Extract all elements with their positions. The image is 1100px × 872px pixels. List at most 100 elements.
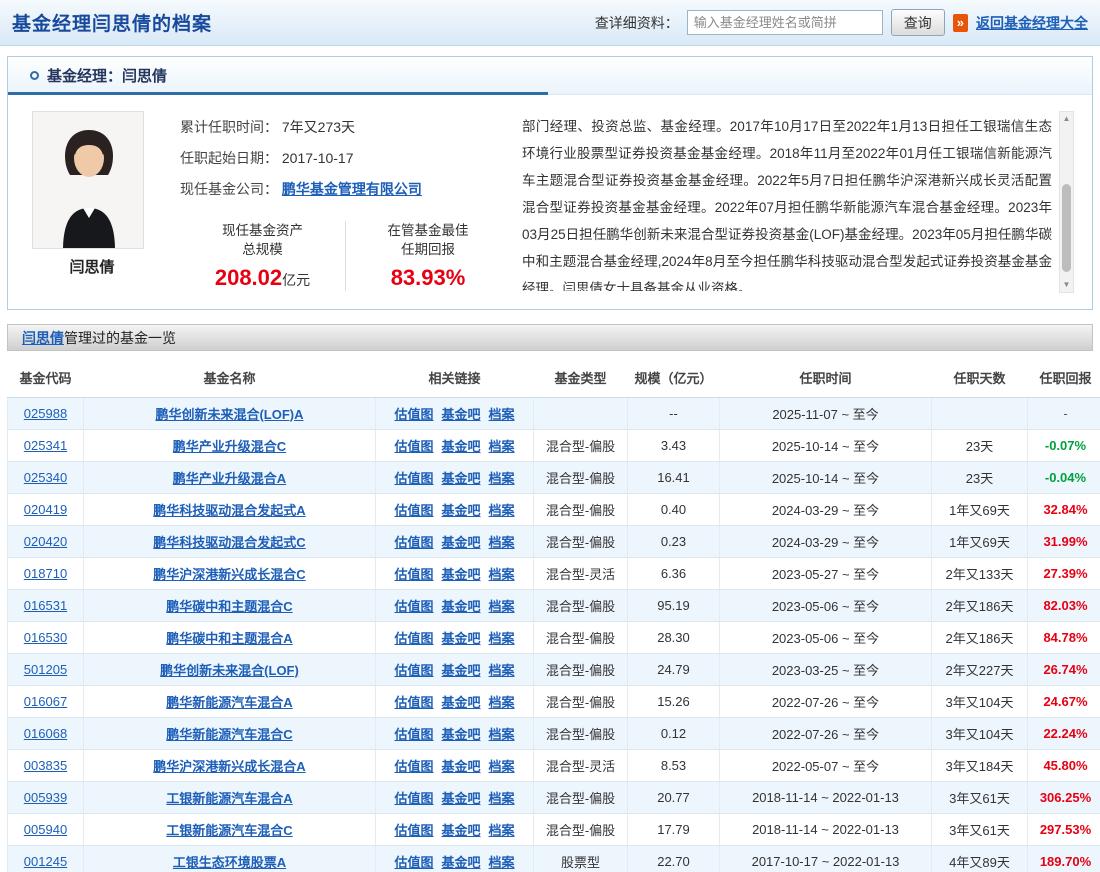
valuation-chart-link[interactable]: 估值图 [394, 407, 433, 422]
valuation-chart-link[interactable]: 估值图 [394, 823, 433, 838]
search-button[interactable]: 查询 [891, 9, 945, 36]
fund-archive-link[interactable]: 档案 [489, 471, 515, 486]
tenure-period-cell: 2023-05-27 ~ 至今 [720, 557, 932, 589]
fund-code-link[interactable]: 020420 [24, 534, 67, 549]
tenure-return-value: 45.80% [1043, 758, 1087, 773]
fund-code-link[interactable]: 025341 [24, 438, 67, 453]
scroll-up-icon[interactable]: ▲ [1060, 112, 1073, 126]
fund-archive-link[interactable]: 档案 [489, 855, 515, 870]
fund-code-link[interactable]: 501205 [24, 662, 67, 677]
info-row-tenure: 累计任职时间： 7年又273天 [180, 117, 512, 137]
manager-photo [32, 111, 144, 249]
fund-bar-link[interactable]: 基金吧 [441, 695, 480, 710]
fund-code-cell: 020419 [8, 493, 84, 525]
fund-bar-link[interactable]: 基金吧 [441, 471, 480, 486]
fund-bar-link[interactable]: 基金吧 [441, 791, 480, 806]
fund-name-link[interactable]: 鹏华产业升级混合A [173, 471, 286, 486]
fund-name-link[interactable]: 鹏华沪深港新兴成长混合C [153, 567, 305, 582]
fund-name-link[interactable]: 鹏华碳中和主题混合C [166, 599, 292, 614]
fund-name-link[interactable]: 鹏华新能源汽车混合A [166, 695, 292, 710]
fund-bar-link[interactable]: 基金吧 [441, 759, 480, 774]
fund-code-link[interactable]: 020419 [24, 502, 67, 517]
page-title: 基金经理闫思倩的档案 [12, 9, 212, 36]
manager-name-link[interactable]: 闫思倩 [22, 328, 64, 348]
fund-code-link[interactable]: 025988 [24, 406, 67, 421]
fund-archive-link[interactable]: 档案 [489, 407, 515, 422]
valuation-chart-link[interactable]: 估值图 [394, 663, 433, 678]
fund-bar-link[interactable]: 基金吧 [441, 855, 480, 870]
fund-bar-link[interactable]: 基金吧 [441, 407, 480, 422]
fund-bar-link[interactable]: 基金吧 [441, 535, 480, 550]
tenure-return-value: 26.74% [1043, 662, 1087, 677]
fund-code-link[interactable]: 003835 [24, 758, 67, 773]
valuation-chart-link[interactable]: 估值图 [394, 599, 433, 614]
fund-name-link[interactable]: 工银生态环境股票A [173, 855, 286, 870]
fund-company-link[interactable]: 鹏华基金管理有限公司 [282, 181, 422, 197]
fund-name-link[interactable]: 鹏华科技驱动混合发起式C [153, 535, 305, 550]
fund-archive-link[interactable]: 档案 [489, 727, 515, 742]
fund-archive-link[interactable]: 档案 [489, 631, 515, 646]
fund-archive-link[interactable]: 档案 [489, 599, 515, 614]
fund-archive-link[interactable]: 档案 [489, 759, 515, 774]
fund-type-cell: 混合型-偏股 [534, 589, 628, 621]
fund-archive-link[interactable]: 档案 [489, 695, 515, 710]
fund-bar-link[interactable]: 基金吧 [441, 567, 480, 582]
fund-row: 020420鹏华科技驱动混合发起式C估值图基金吧档案混合型-偏股0.232024… [8, 525, 1100, 557]
tenure-return-cell: 84.78% [1028, 621, 1100, 653]
fund-code-link[interactable]: 016067 [24, 694, 67, 709]
fund-name-link[interactable]: 鹏华创新未来混合(LOF) [160, 663, 299, 678]
fund-bar-link[interactable]: 基金吧 [441, 823, 480, 838]
fund-code-link[interactable]: 005939 [24, 790, 67, 805]
tenure-days-cell: 2年又186天 [932, 589, 1028, 621]
fund-bar-link[interactable]: 基金吧 [441, 663, 480, 678]
fund-type-cell: 混合型-灵活 [534, 749, 628, 781]
valuation-chart-link[interactable]: 估值图 [394, 791, 433, 806]
fund-code-link[interactable]: 001245 [24, 854, 67, 869]
fund-archive-link[interactable]: 档案 [489, 439, 515, 454]
back-to-manager-list-link[interactable]: 返回基金经理大全 [976, 13, 1088, 33]
valuation-chart-link[interactable]: 估值图 [394, 855, 433, 870]
fund-name-cell: 工银新能源汽车混合A [84, 781, 376, 813]
scroll-down-icon[interactable]: ▼ [1060, 278, 1073, 292]
valuation-chart-link[interactable]: 估值图 [394, 759, 433, 774]
fund-name-link[interactable]: 鹏华碳中和主题混合A [166, 631, 292, 646]
valuation-chart-link[interactable]: 估值图 [394, 631, 433, 646]
fund-archive-link[interactable]: 档案 [489, 663, 515, 678]
fund-archive-link[interactable]: 档案 [489, 823, 515, 838]
fund-archive-link[interactable]: 档案 [489, 503, 515, 518]
scrollbar-thumb[interactable] [1062, 184, 1071, 272]
manager-search-input[interactable] [687, 10, 883, 35]
fund-code-link[interactable]: 018710 [24, 566, 67, 581]
fund-name-link[interactable]: 鹏华新能源汽车混合C [166, 727, 292, 742]
bio-scrollbar[interactable]: ▲ ▼ [1059, 111, 1074, 293]
valuation-chart-link[interactable]: 估值图 [394, 695, 433, 710]
fund-bar-link[interactable]: 基金吧 [441, 439, 480, 454]
fund-name-link[interactable]: 工银新能源汽车混合C [166, 823, 292, 838]
fund-name-link[interactable]: 鹏华沪深港新兴成长混合A [153, 759, 305, 774]
fund-code-link[interactable]: 016531 [24, 598, 67, 613]
tenure-return-value: 27.39% [1043, 566, 1087, 581]
valuation-chart-link[interactable]: 估值图 [394, 727, 433, 742]
tenure-period-cell: 2018-11-14 ~ 2022-01-13 [720, 781, 932, 813]
fund-code-link[interactable]: 005940 [24, 822, 67, 837]
column-header: 相关链接 [376, 359, 534, 397]
fund-archive-link[interactable]: 档案 [489, 535, 515, 550]
fund-name-link[interactable]: 鹏华科技驱动混合发起式A [153, 503, 305, 518]
fund-name-link[interactable]: 鹏华创新未来混合(LOF)A [155, 407, 303, 422]
fund-code-link[interactable]: 016530 [24, 630, 67, 645]
fund-bar-link[interactable]: 基金吧 [441, 631, 480, 646]
valuation-chart-link[interactable]: 估值图 [394, 439, 433, 454]
fund-bar-link[interactable]: 基金吧 [441, 599, 480, 614]
fund-name-link[interactable]: 鹏华产业升级混合C [173, 439, 286, 454]
fund-bar-link[interactable]: 基金吧 [441, 727, 480, 742]
fund-code-link[interactable]: 016068 [24, 726, 67, 741]
valuation-chart-link[interactable]: 估值图 [394, 471, 433, 486]
fund-archive-link[interactable]: 档案 [489, 791, 515, 806]
valuation-chart-link[interactable]: 估值图 [394, 503, 433, 518]
fund-name-link[interactable]: 工银新能源汽车混合A [166, 791, 292, 806]
fund-archive-link[interactable]: 档案 [489, 567, 515, 582]
fund-bar-link[interactable]: 基金吧 [441, 503, 480, 518]
valuation-chart-link[interactable]: 估值图 [394, 567, 433, 582]
fund-code-link[interactable]: 025340 [24, 470, 67, 485]
valuation-chart-link[interactable]: 估值图 [394, 535, 433, 550]
